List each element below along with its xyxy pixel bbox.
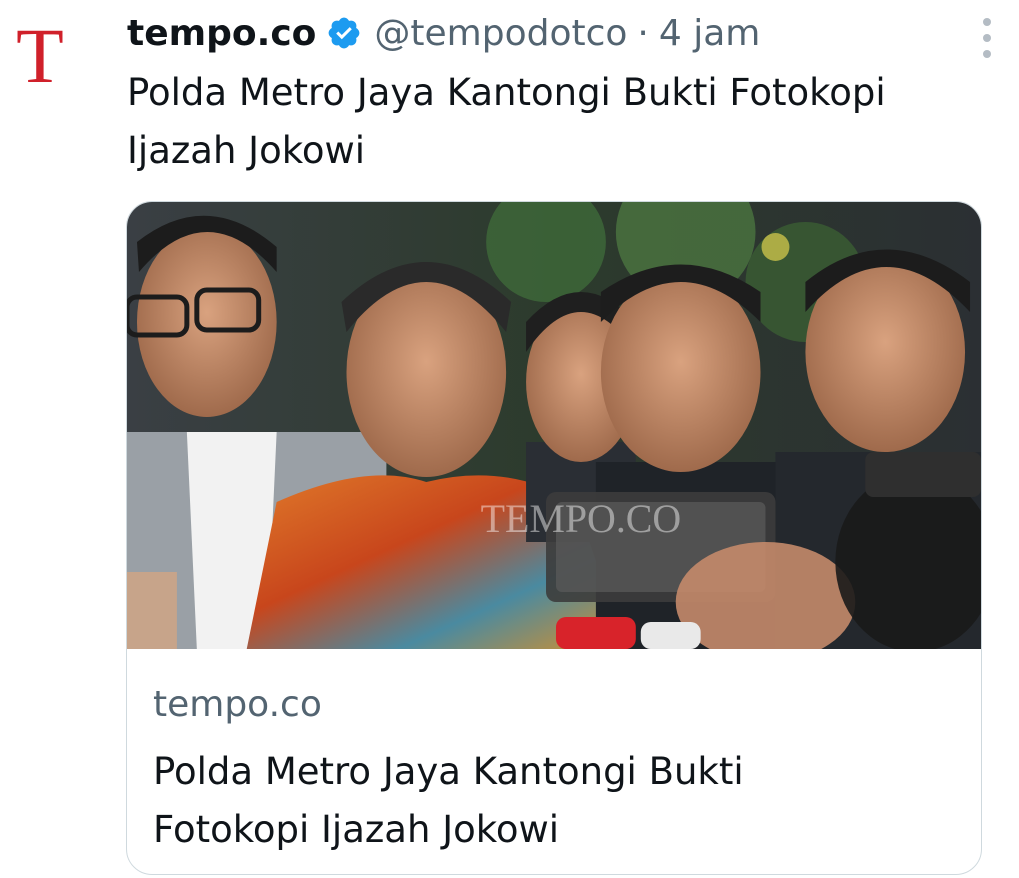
avatar[interactable]: T [0, 20, 80, 120]
tweet-header: tempo.co @tempodotco · 4 jam [127, 0, 997, 66]
tweet-content: tempo.co @tempodotco · 4 jam Polda Metro… [127, 0, 997, 180]
separator-dot: · [637, 12, 649, 54]
card-domain: tempo.co [153, 684, 322, 725]
link-card[interactable]: TEMPO.CO tempo.co Polda Metro Jaya Kanto… [126, 201, 982, 875]
card-body: tempo.co Polda Metro Jaya Kantongi Bukti… [127, 649, 981, 859]
author-handle[interactable]: @tempodotco [374, 13, 627, 54]
avatar-letter: T [16, 20, 64, 90]
tweet-text: Polda Metro Jaya Kantongi Bukti Fotokopi… [127, 71, 886, 172]
card-title: Polda Metro Jaya Kantongi Bukti Fotokopi… [153, 750, 744, 851]
verified-badge-icon [326, 15, 362, 51]
more-options-icon[interactable] [981, 18, 993, 58]
timestamp[interactable]: 4 jam [659, 13, 760, 54]
author-name[interactable]: tempo.co [127, 13, 316, 54]
card-image: TEMPO.CO [127, 202, 981, 649]
tempo-logo-avatar: T [16, 20, 64, 90]
tweet[interactable]: T tempo.co @tempodotco · 4 jam Polda Met… [0, 0, 1019, 878]
image-watermark: TEMPO.CO [481, 496, 682, 541]
